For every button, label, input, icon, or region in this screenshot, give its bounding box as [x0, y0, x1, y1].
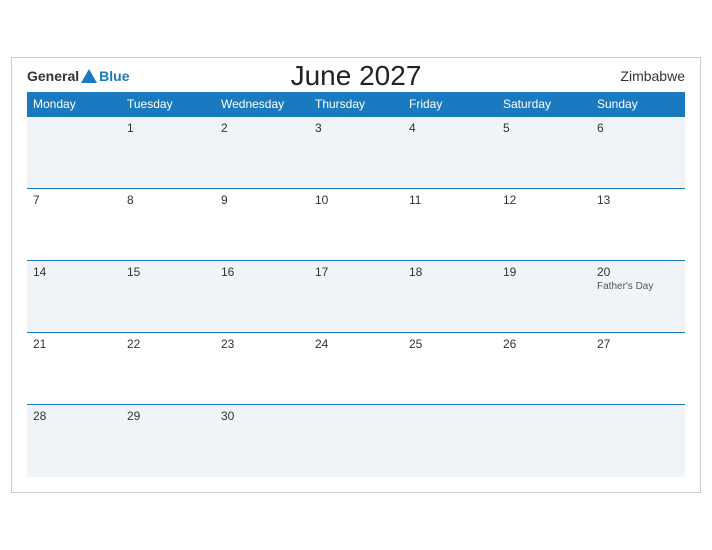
- day-number: 25: [409, 337, 491, 351]
- day-cell: 19: [497, 261, 591, 333]
- logo: General Blue: [27, 68, 129, 84]
- day-cell: 26: [497, 333, 591, 405]
- col-friday: Friday: [403, 92, 497, 117]
- day-cell: 21: [27, 333, 121, 405]
- day-cell: 8: [121, 189, 215, 261]
- day-number: 23: [221, 337, 303, 351]
- day-number: 4: [409, 121, 491, 135]
- day-number: 17: [315, 265, 397, 279]
- day-cell: 13: [591, 189, 685, 261]
- calendar-container: General Blue June 2027 Zimbabwe Monday T…: [11, 57, 701, 493]
- day-number: 29: [127, 409, 209, 423]
- day-cell: 28: [27, 405, 121, 477]
- day-cell: 12: [497, 189, 591, 261]
- day-cell: 11: [403, 189, 497, 261]
- day-number: 15: [127, 265, 209, 279]
- day-number: 22: [127, 337, 209, 351]
- day-cell: [403, 405, 497, 477]
- day-cell: 16: [215, 261, 309, 333]
- day-cell: 10: [309, 189, 403, 261]
- day-cell: 1: [121, 117, 215, 189]
- logo-blue: Blue: [99, 68, 129, 84]
- day-number: 10: [315, 193, 397, 207]
- week-row-0: 123456: [27, 117, 685, 189]
- day-number: 12: [503, 193, 585, 207]
- calendar-header: General Blue June 2027 Zimbabwe: [27, 68, 685, 84]
- day-cell: 15: [121, 261, 215, 333]
- day-cell: 18: [403, 261, 497, 333]
- day-number: 6: [597, 121, 679, 135]
- day-number: 21: [33, 337, 115, 351]
- day-number: 28: [33, 409, 115, 423]
- week-row-1: 789 10 11 12 13: [27, 189, 685, 261]
- day-cell: 9: [215, 189, 309, 261]
- col-sunday: Sunday: [591, 92, 685, 117]
- day-cell: 2: [215, 117, 309, 189]
- day-cell: 30: [215, 405, 309, 477]
- day-event: Father's Day: [597, 281, 679, 292]
- day-number: 13: [597, 193, 679, 207]
- day-cell: 6: [591, 117, 685, 189]
- week-row-3: 21 22 23 24 25 26 27: [27, 333, 685, 405]
- day-cell: [591, 405, 685, 477]
- col-saturday: Saturday: [497, 92, 591, 117]
- day-cell: 20 Father's Day: [591, 261, 685, 333]
- col-thursday: Thursday: [309, 92, 403, 117]
- day-cell: 23: [215, 333, 309, 405]
- day-number: 24: [315, 337, 397, 351]
- weekday-header-row: Monday Tuesday Wednesday Thursday Friday…: [27, 92, 685, 117]
- day-number: 27: [597, 337, 679, 351]
- day-number: 11: [409, 193, 491, 207]
- day-cell: 22: [121, 333, 215, 405]
- day-cell: 3: [309, 117, 403, 189]
- col-tuesday: Tuesday: [121, 92, 215, 117]
- day-cell: [309, 405, 403, 477]
- day-cell: 27: [591, 333, 685, 405]
- logo-general: General: [27, 68, 79, 84]
- logo-triangle-icon: [81, 69, 97, 83]
- day-cell: [27, 117, 121, 189]
- calendar-body: 1234567891011121314151617181920Father's …: [27, 117, 685, 477]
- day-number: 7: [33, 193, 115, 207]
- country-label: Zimbabwe: [620, 68, 685, 84]
- calendar-table: Monday Tuesday Wednesday Thursday Friday…: [27, 92, 685, 477]
- day-number: 5: [503, 121, 585, 135]
- day-number: 9: [221, 193, 303, 207]
- day-number: 1: [127, 121, 209, 135]
- day-cell: 17: [309, 261, 403, 333]
- week-row-4: 28 29 30: [27, 405, 685, 477]
- day-cell: 29: [121, 405, 215, 477]
- day-cell: 14: [27, 261, 121, 333]
- day-cell: 24: [309, 333, 403, 405]
- day-cell: 4: [403, 117, 497, 189]
- week-row-2: 14 15 16 17 18 19 20 Father's Day: [27, 261, 685, 333]
- day-number: 16: [221, 265, 303, 279]
- day-number: 19: [503, 265, 585, 279]
- day-number: 20: [597, 265, 679, 279]
- day-number: 2: [221, 121, 303, 135]
- day-number: 30: [221, 409, 303, 423]
- day-cell: 7: [27, 189, 121, 261]
- day-number: 14: [33, 265, 115, 279]
- col-wednesday: Wednesday: [215, 92, 309, 117]
- day-cell: [497, 405, 591, 477]
- day-number: 18: [409, 265, 491, 279]
- col-monday: Monday: [27, 92, 121, 117]
- month-title: June 2027: [291, 60, 422, 92]
- day-cell: 25: [403, 333, 497, 405]
- day-number: 3: [315, 121, 397, 135]
- day-number: 26: [503, 337, 585, 351]
- day-cell: 5: [497, 117, 591, 189]
- day-number: 8: [127, 193, 209, 207]
